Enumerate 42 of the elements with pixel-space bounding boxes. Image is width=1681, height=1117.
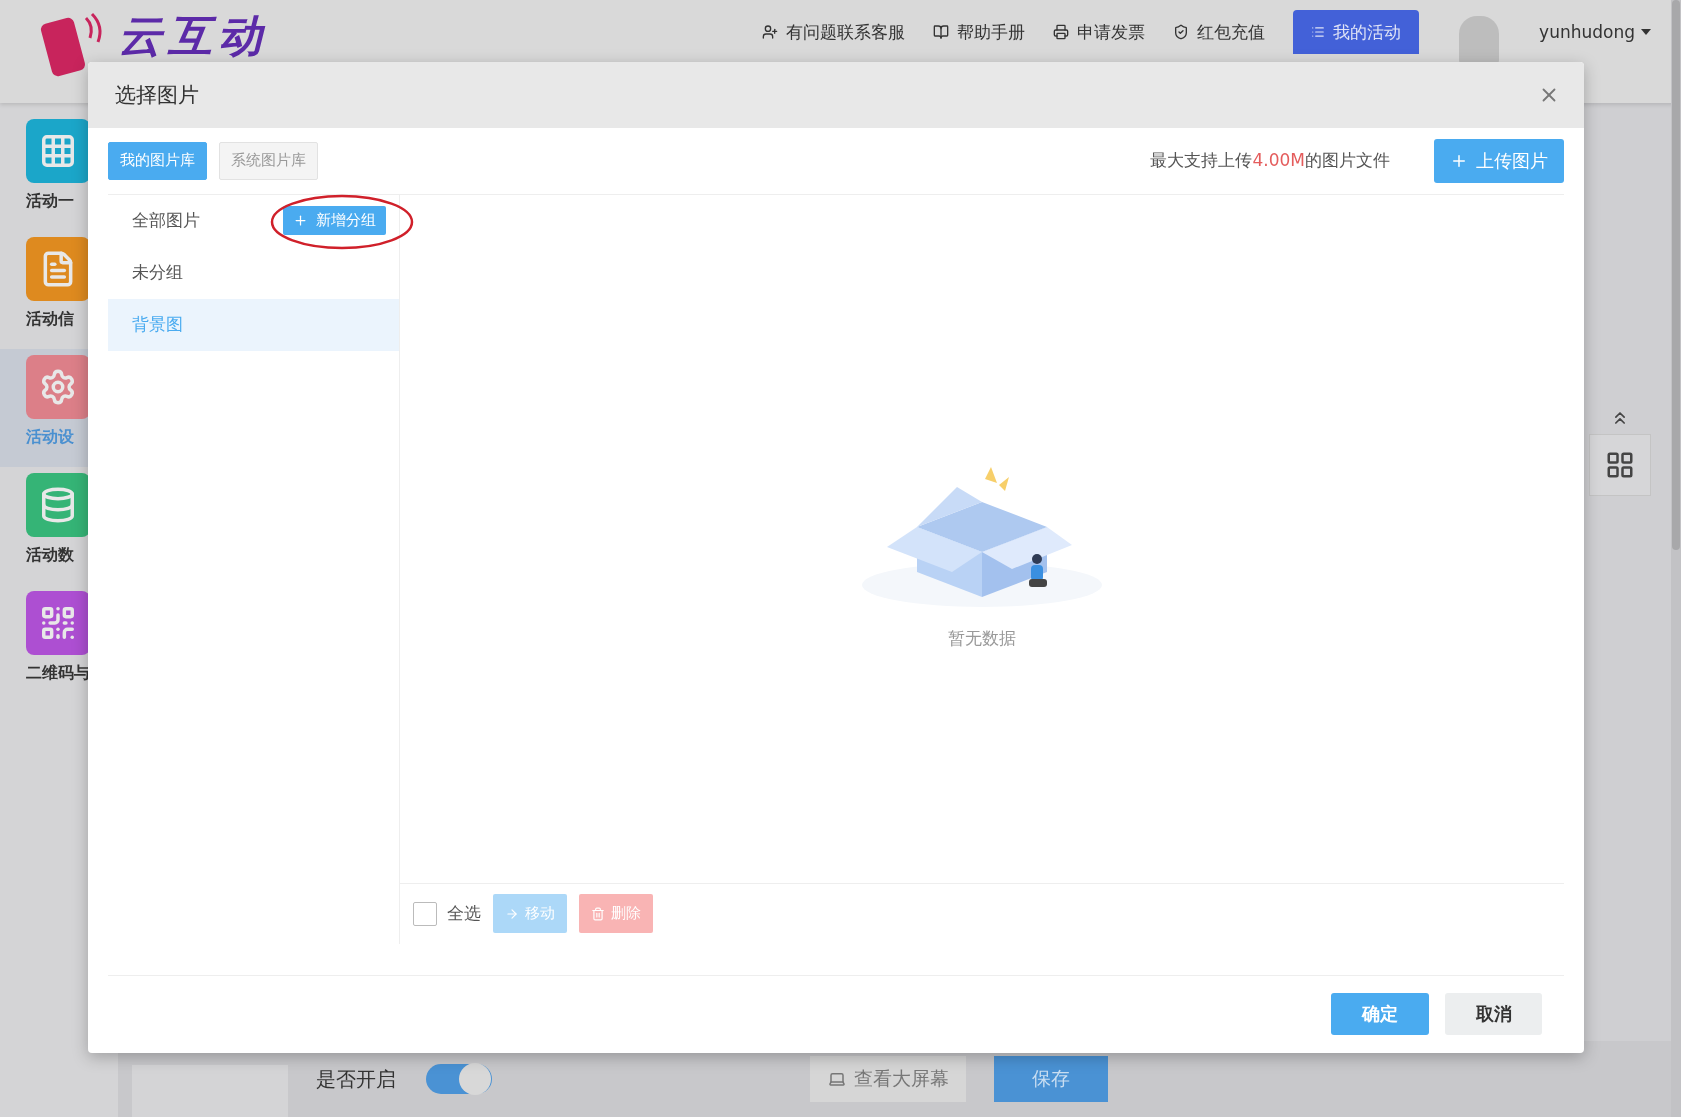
nav-link[interactable]: 帮助手册 <box>933 20 1026 44</box>
plus-icon <box>293 213 308 229</box>
group-label: 未分组 <box>132 261 183 285</box>
sidebar-label: 活动数 <box>25 545 74 566</box>
upload-hint: 最大支持上传4.00M的图片文件 <box>1150 149 1390 173</box>
caret-icon <box>1641 29 1651 35</box>
grid-toggle-button[interactable] <box>1589 434 1651 496</box>
cancel-button[interactable]: 取消 <box>1445 993 1542 1036</box>
group-label: 全部图片 <box>132 209 200 233</box>
nav-link[interactable]: 红包充值 <box>1173 20 1266 44</box>
user-add-icon <box>762 24 779 40</box>
sidebar-item[interactable]: 活动数 <box>0 467 118 585</box>
list-icon <box>1311 25 1326 39</box>
qr-code-icon <box>39 604 77 642</box>
scrollbar-thumb[interactable] <box>1672 0 1680 550</box>
empty-text: 暂无数据 <box>948 627 1016 651</box>
group-label: 背景图 <box>132 313 183 337</box>
sidebar-item[interactable]: 二维码与 <box>0 585 118 703</box>
gear-icon <box>39 368 77 406</box>
sidebar-label: 活动设 <box>25 427 74 448</box>
trash-icon <box>591 906 605 921</box>
my-activity-button[interactable]: 我的活动 <box>1293 10 1420 54</box>
grid-icon <box>39 132 77 170</box>
select-all-label: 全选 <box>447 902 481 926</box>
select-all-checkbox[interactable] <box>413 901 437 926</box>
nav-link[interactable]: 申请发票 <box>1053 20 1146 44</box>
sidebar-label: 二维码与 <box>25 663 90 684</box>
sidebar-label: 活动一 <box>25 191 74 212</box>
user-menu[interactable]: yunhudong <box>1539 10 1651 54</box>
nav-link[interactable]: 有问题联系客服 <box>762 20 906 44</box>
book-icon <box>933 24 950 40</box>
avatar[interactable] <box>1459 16 1500 64</box>
laptop-icon <box>827 1070 846 1088</box>
toggle-label: 是否开启 <box>316 1065 396 1093</box>
grid-icon <box>1605 450 1635 480</box>
printer-icon <box>1053 24 1070 40</box>
logo-text: 云互动 <box>118 14 268 58</box>
dialog-title: 选择图片 <box>115 81 199 109</box>
toggle-switch[interactable] <box>426 1064 492 1094</box>
sidebar-label: 活动信 <box>25 309 74 330</box>
database-icon <box>39 486 77 524</box>
shield-check-icon <box>1173 24 1190 40</box>
